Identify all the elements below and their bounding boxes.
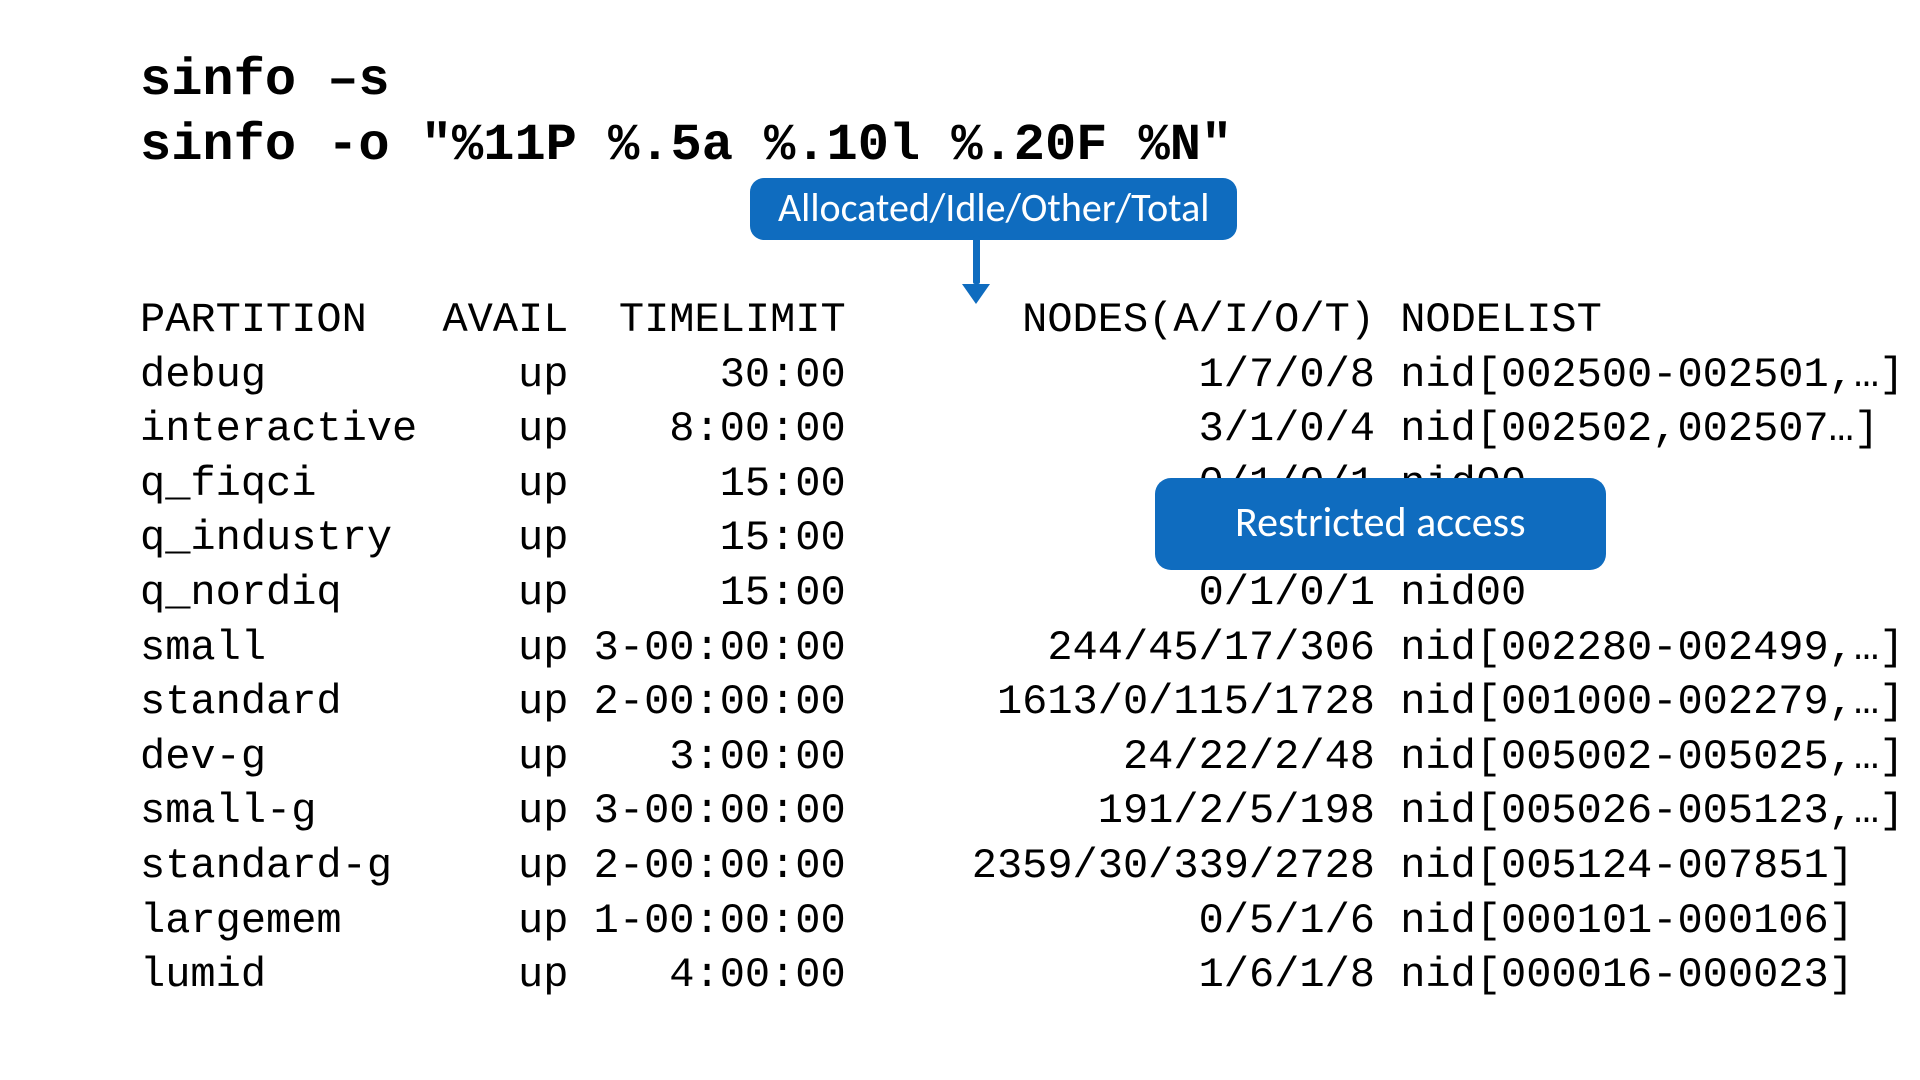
table-row: interactive up 8:00:00 3/1/0/4 nid[00250…: [140, 402, 1780, 457]
arrow-down-icon: [970, 236, 982, 306]
table-row: lumid up 4:00:00 1/6/1/8 nid[000016-0000…: [140, 948, 1780, 1003]
table-row: debug up 30:00 1/7/0/8 nid[002500-002501…: [140, 348, 1780, 403]
slide-container: sinfo –s sinfo -o "%11P %.5a %.10l %.20F…: [0, 0, 1920, 1080]
table-row: q_nordiq up 15:00 0/1/0/1 nid00: [140, 566, 1780, 621]
table-row: dev-g up 3:00:00 24/22/2/48 nid[005002-0…: [140, 730, 1780, 785]
command-line-2: sinfo -o "%11P %.5a %.10l %.20F %N": [140, 113, 1780, 178]
table-row: standard up 2-00:00:00 1613/0/115/1728 n…: [140, 675, 1780, 730]
table-row: standard-g up 2-00:00:00 2359/30/339/272…: [140, 839, 1780, 894]
table-row: small-g up 3-00:00:00 191/2/5/198 nid[00…: [140, 784, 1780, 839]
command-line-1: sinfo –s: [140, 48, 1780, 113]
table-row: largemem up 1-00:00:00 0/5/1/6 nid[00010…: [140, 894, 1780, 949]
table-header-row: PARTITION AVAIL TIMELIMIT NODES(A/I/O/T)…: [140, 293, 1780, 348]
callout-aiot: Allocated/Idle/Other/Total: [750, 178, 1237, 240]
table-row: small up 3-00:00:00 244/45/17/306 nid[00…: [140, 621, 1780, 676]
callout-restricted-access: Restricted access: [1155, 478, 1606, 570]
sinfo-output-table: PARTITION AVAIL TIMELIMIT NODES(A/I/O/T)…: [140, 293, 1780, 1003]
